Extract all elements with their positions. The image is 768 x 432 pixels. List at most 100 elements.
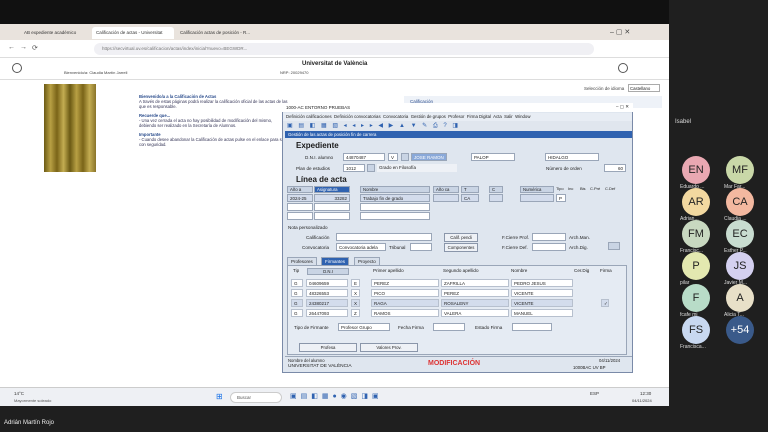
forward-icon[interactable]: → xyxy=(20,44,27,51)
table-row[interactable]: G 48326553 X PICO PEREZ VICENTE xyxy=(291,289,621,298)
lov-icon[interactable] xyxy=(401,153,409,161)
browser-tab-1[interactable]: AB expediente académico xyxy=(20,27,90,39)
back-icon[interactable]: ← xyxy=(8,44,15,51)
valores-prov-button[interactable]: Valores Prov. xyxy=(360,343,418,352)
fecha-firma-label: Fecha Firma xyxy=(398,325,424,330)
table-row[interactable]: G 04609659 E PEREZ ZAFRILLA PEDRO JESUS xyxy=(291,279,621,288)
browser-tab-3[interactable]: Calificación actas de posición - R... xyxy=(176,27,258,39)
participant-avatar[interactable]: FS xyxy=(682,316,710,344)
participant-avatar[interactable]: EC xyxy=(726,220,754,248)
plan-lov-icon[interactable] xyxy=(367,164,375,172)
table-row[interactable]: G 26447093 Z RAMOS VALERA MANUEL xyxy=(291,309,621,318)
browser-tab-2[interactable]: Calificación de actas - Universitat xyxy=(92,27,174,39)
menu-item[interactable]: Firma Digital xyxy=(467,114,491,119)
cierre-prof-field[interactable] xyxy=(532,233,566,241)
row2-asig[interactable] xyxy=(314,203,350,211)
row3-ano[interactable] xyxy=(287,212,313,220)
arch-dig-label: Arch.Dig. xyxy=(569,245,588,250)
participant-avatar[interactable]: CA xyxy=(726,188,754,216)
estado-firma-field[interactable] xyxy=(512,323,552,331)
window-controls-icon[interactable]: – ▢ ✕ xyxy=(610,28,630,36)
profesa-button[interactable]: Profesa xyxy=(299,343,357,352)
cell-nombre: VICENTE xyxy=(511,289,573,297)
reload-icon[interactable]: ⟳ xyxy=(32,44,38,52)
print-icon[interactable] xyxy=(608,242,620,250)
name-field[interactable]: JOSE RAMON xyxy=(411,153,447,161)
taskbar-app-icons[interactable]: ▣▤◧▦●◉▧◨▣ xyxy=(290,392,383,400)
row-c[interactable] xyxy=(489,194,503,202)
mode-indicator: MODIFICACIÓN xyxy=(428,360,481,367)
forms-title-text: 1000-AC ENTORNO PRUEBAS xyxy=(286,105,351,110)
row-tipo[interactable]: CA xyxy=(461,194,479,202)
cell-tip: G xyxy=(291,299,303,307)
tipo-firmante-field[interactable]: Profesor Grupo xyxy=(338,323,390,331)
menu-item[interactable]: Definición convocatorias xyxy=(334,114,381,119)
participant-avatar[interactable]: MF xyxy=(726,156,754,184)
participant-avatar[interactable]: +54 xyxy=(726,316,754,344)
menu-item[interactable]: Definición calificaciones xyxy=(286,114,332,119)
status-date: 04/11/2024 xyxy=(599,358,621,363)
calif-field[interactable] xyxy=(336,233,432,241)
taskbar-search[interactable]: Buscar xyxy=(230,392,282,403)
menu-item[interactable]: Acta xyxy=(493,114,502,119)
language-select[interactable]: Castellano xyxy=(628,84,660,92)
row3-asig[interactable] xyxy=(314,212,350,220)
lang-indicator[interactable]: ESP xyxy=(590,391,599,396)
participant-avatar[interactable]: EN xyxy=(682,156,710,184)
participant-avatar[interactable]: FM xyxy=(682,220,710,248)
row-calif[interactable]: P xyxy=(556,194,566,202)
col-cdef: C.Def xyxy=(605,186,616,191)
participant-avatar[interactable]: JS xyxy=(726,252,754,280)
row-anoca[interactable] xyxy=(433,194,459,202)
col-nombre: Nombre xyxy=(360,186,430,193)
row-ano[interactable]: 2024-25 xyxy=(287,194,313,202)
row-nombre[interactable]: Trabajo fin de grado xyxy=(360,194,430,202)
orden-field[interactable]: 60 xyxy=(604,164,626,172)
menu-item[interactable]: Convocatoria xyxy=(383,114,408,119)
row3-nombre[interactable] xyxy=(360,212,430,220)
menu-item[interactable]: Salir xyxy=(504,114,513,119)
windows-start-icon[interactable]: ⊞ xyxy=(216,392,223,401)
plan-field[interactable]: 1012 xyxy=(343,164,365,172)
row2-ano[interactable] xyxy=(287,203,313,211)
cierre-def-field[interactable] xyxy=(532,243,566,251)
participant-avatar[interactable]: F xyxy=(682,284,710,312)
toolbar-icons[interactable]: ▣ ▤ ◧ ▦ ▧ ◂ ◂ ▸ ▸ ◀ ▶ ▲ ▼ ✎ ⎙ ? ◨ xyxy=(287,122,460,130)
surname2-field[interactable]: HIDALGO xyxy=(545,153,599,161)
taskbar: 14°C Mayormente soleado ⊞ Buscar ▣▤◧▦●◉▧… xyxy=(0,387,669,406)
fecha-firma-field[interactable] xyxy=(433,323,465,331)
participant-avatar[interactable]: A xyxy=(726,284,754,312)
menu-item[interactable]: Window xyxy=(515,114,530,119)
tab-profesores[interactable]: Profesores xyxy=(287,257,317,265)
row-numerica[interactable] xyxy=(520,194,554,202)
menu-item[interactable]: Gestión de grupos xyxy=(411,114,446,119)
componentes-button[interactable]: Componentes xyxy=(444,243,478,252)
weather-temp[interactable]: 14°C xyxy=(14,391,24,396)
tribunal-field[interactable] xyxy=(410,243,432,251)
surname1-field[interactable]: PALOP xyxy=(471,153,515,161)
firma-check-icon[interactable]: ✓ xyxy=(601,299,609,307)
nota-label: Nota personalizado xyxy=(288,225,328,230)
forms-window-controls-icon[interactable]: – ▢ ✕ xyxy=(616,104,629,110)
dni-letter-field[interactable]: V xyxy=(388,153,398,161)
calif-pending-button[interactable]: Calif. pendi xyxy=(444,233,478,242)
clock-time: 12:30 xyxy=(640,391,652,396)
cell-letter: E xyxy=(351,279,360,287)
table-row[interactable]: G 24380217 X RAGA ROSALENY VICENTE ✓ xyxy=(291,299,621,308)
url-input[interactable]: https://secvirtual.uv.es/calificacion/ac… xyxy=(94,43,594,55)
tab-firmantes[interactable]: Firmantes xyxy=(321,257,350,265)
tab-proyecto[interactable]: Proyecto xyxy=(354,257,380,265)
row2-nombre[interactable] xyxy=(360,203,430,211)
menu-item[interactable]: Profesor xyxy=(448,114,464,119)
participant-avatar[interactable]: AR xyxy=(682,188,710,216)
cell-ap1: RAGA xyxy=(371,299,439,307)
conv-field[interactable]: Convocatoria adela xyxy=(336,243,386,251)
row-asignatura[interactable]: 33282 xyxy=(314,194,350,202)
browser-tab-bar: AB expediente académico Calificación de … xyxy=(0,24,669,40)
status-university: UNIVERSITAT DE VALÈNCIA xyxy=(288,364,352,369)
language-label: Selección de idioma xyxy=(584,86,625,91)
participant-avatar[interactable]: P xyxy=(682,252,710,280)
cell-ap1: RAMOS xyxy=(371,309,439,317)
cell-dni: 26447093 xyxy=(306,309,348,317)
dni-field[interactable]: 44870487 xyxy=(343,153,385,161)
